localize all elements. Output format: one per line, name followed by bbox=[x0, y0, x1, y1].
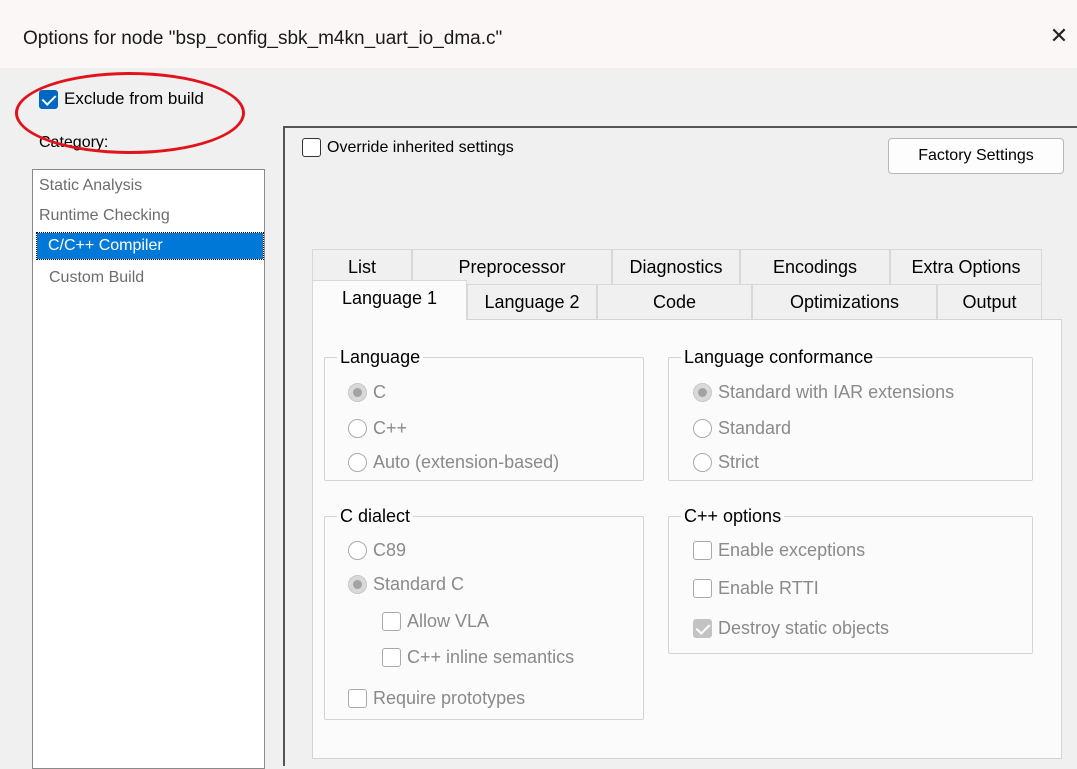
radio-checked-icon[interactable] bbox=[348, 383, 367, 402]
category-item-c-cpp-compiler[interactable]: C/C++ Compiler bbox=[36, 232, 264, 260]
category-list[interactable]: Static Analysis Runtime Checking C/C++ C… bbox=[32, 169, 265, 769]
tab-output[interactable]: Output bbox=[937, 284, 1042, 319]
group-conformance-title: Language conformance bbox=[681, 346, 877, 368]
group-language-title: Language bbox=[337, 346, 424, 368]
radio-conformance-standard-label: Standard bbox=[718, 418, 792, 438]
radio-dialect-c89-label: C89 bbox=[373, 540, 407, 560]
checkbox-allow-vla[interactable]: Allow VLA bbox=[382, 611, 489, 632]
tab-preprocessor[interactable]: Preprocessor bbox=[412, 249, 612, 284]
checkbox-cpp-inline-semantics-label: C++ inline semantics bbox=[407, 647, 575, 667]
tab-language-1[interactable]: Language 1 bbox=[312, 280, 467, 320]
override-inherited-label: Override inherited settings bbox=[327, 138, 514, 156]
checkbox-enable-exceptions[interactable]: Enable exceptions bbox=[693, 540, 865, 561]
category-item-static-analysis[interactable]: Static Analysis bbox=[39, 173, 142, 199]
radio-checked-icon[interactable] bbox=[348, 575, 367, 594]
tab-extra-options[interactable]: Extra Options bbox=[890, 249, 1042, 284]
radio-dialect-c89[interactable]: C89 bbox=[348, 540, 406, 561]
checkbox-enable-exceptions-label: Enable exceptions bbox=[718, 540, 866, 560]
annotation-highlight-ellipse bbox=[15, 72, 245, 154]
checkbox-require-prototypes-label: Require prototypes bbox=[373, 688, 526, 708]
category-item-runtime-checking[interactable]: Runtime Checking bbox=[39, 203, 170, 229]
radio-unchecked-icon[interactable] bbox=[348, 419, 367, 438]
tab-optimizations[interactable]: Optimizations bbox=[752, 284, 937, 319]
radio-unchecked-icon[interactable] bbox=[348, 453, 367, 472]
checkbox-destroy-static-objects[interactable]: Destroy static objects bbox=[693, 618, 889, 639]
radio-dialect-standard-c[interactable]: Standard C bbox=[348, 574, 464, 595]
radio-conformance-standard[interactable]: Standard bbox=[693, 418, 791, 439]
group-cpp-options-title: C++ options bbox=[681, 505, 785, 527]
checkbox-unchecked-icon[interactable] bbox=[348, 689, 367, 708]
radio-conformance-iar[interactable]: Standard with IAR extensions bbox=[693, 382, 954, 403]
override-inherited-checkbox[interactable]: Override inherited settings bbox=[302, 138, 514, 157]
radio-dialect-standard-c-label: Standard C bbox=[373, 574, 465, 594]
checkbox-enable-rtti[interactable]: Enable RTTI bbox=[693, 578, 819, 599]
close-icon[interactable]: ✕ bbox=[1047, 24, 1071, 48]
checkbox-unchecked-icon[interactable] bbox=[693, 541, 712, 560]
radio-language-c[interactable]: C bbox=[348, 382, 386, 403]
radio-unchecked-icon[interactable] bbox=[348, 541, 367, 560]
window-title: Options for node "bsp_config_sbk_m4kn_ua… bbox=[23, 28, 503, 49]
title-bar: Options for node "bsp_config_sbk_m4kn_ua… bbox=[0, 0, 1077, 68]
tab-code[interactable]: Code bbox=[597, 284, 752, 319]
tab-list[interactable]: List bbox=[312, 249, 412, 284]
checkbox-destroy-static-objects-label: Destroy static objects bbox=[718, 618, 890, 638]
checkbox-cpp-inline-semantics[interactable]: C++ inline semantics bbox=[382, 647, 574, 668]
radio-language-auto-label: Auto (extension-based) bbox=[373, 452, 560, 472]
checkbox-require-prototypes[interactable]: Require prototypes bbox=[348, 688, 525, 709]
radio-conformance-strict-label: Strict bbox=[718, 452, 760, 472]
category-item-custom-build[interactable]: Custom Build bbox=[49, 265, 144, 291]
radio-language-c-label: C bbox=[373, 382, 386, 402]
radio-language-cpp[interactable]: C++ bbox=[348, 418, 407, 439]
radio-unchecked-icon[interactable] bbox=[693, 453, 712, 472]
radio-unchecked-icon[interactable] bbox=[693, 419, 712, 438]
checkbox-unchecked-icon[interactable] bbox=[382, 648, 401, 667]
tab-row-back: List Preprocessor Diagnostics Encodings … bbox=[312, 249, 1042, 284]
tab-language-2[interactable]: Language 2 bbox=[467, 284, 597, 319]
radio-language-cpp-label: C++ bbox=[373, 418, 408, 438]
group-c-dialect-title: C dialect bbox=[337, 505, 414, 527]
radio-conformance-iar-label: Standard with IAR extensions bbox=[718, 382, 955, 402]
checkbox-enable-rtti-label: Enable RTTI bbox=[718, 578, 819, 598]
factory-settings-button[interactable]: Factory Settings bbox=[888, 138, 1064, 174]
checkbox-allow-vla-label: Allow VLA bbox=[407, 611, 490, 631]
checkbox-unchecked-icon[interactable] bbox=[693, 579, 712, 598]
tab-encodings[interactable]: Encodings bbox=[740, 249, 890, 284]
radio-checked-icon[interactable] bbox=[693, 383, 712, 402]
checkbox-unchecked-icon[interactable] bbox=[302, 138, 321, 157]
checkbox-checked-icon[interactable] bbox=[693, 619, 712, 638]
tab-row-front: Language 1 Language 2 Code Optimizations… bbox=[312, 280, 1042, 320]
checkbox-unchecked-icon[interactable] bbox=[382, 612, 401, 631]
tab-diagnostics[interactable]: Diagnostics bbox=[612, 249, 740, 284]
radio-conformance-strict[interactable]: Strict bbox=[693, 452, 759, 473]
radio-language-auto[interactable]: Auto (extension-based) bbox=[348, 452, 559, 473]
